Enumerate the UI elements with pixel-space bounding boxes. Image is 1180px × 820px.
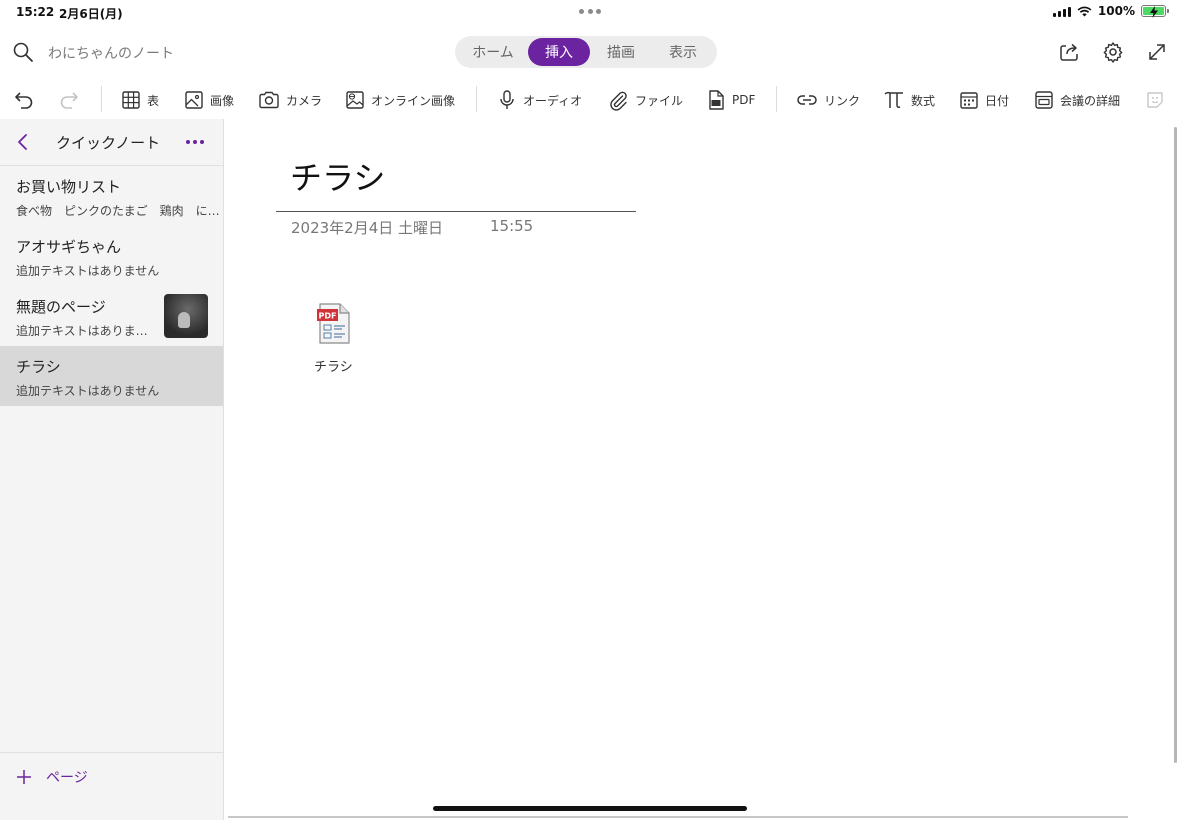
share-icon[interactable]	[1058, 41, 1080, 67]
undo-icon[interactable]	[12, 86, 36, 114]
plus-icon	[17, 770, 31, 784]
insert-link-button[interactable]: リンク	[796, 86, 860, 114]
back-chevron-icon[interactable]	[16, 133, 30, 155]
insert-file-button[interactable]: ファイル	[607, 86, 683, 114]
wifi-icon	[1077, 6, 1092, 16]
tab-insert[interactable]: 挿入	[528, 38, 590, 66]
status-date: 2月6日(月)	[59, 7, 123, 21]
pdf-badge-text: PDF	[319, 312, 337, 321]
page-list-item-selected[interactable]: チラシ 追加テキストはありません	[0, 346, 223, 406]
table-icon	[122, 91, 140, 109]
meeting-details-button[interactable]: 会議の詳細	[1034, 86, 1120, 114]
calendar-icon	[960, 92, 978, 109]
battery-icon	[1141, 5, 1169, 18]
insert-audio-button[interactable]: オーディオ	[497, 86, 582, 114]
image-icon	[185, 91, 203, 109]
page-title[interactable]: チラシ	[290, 153, 385, 199]
status-time: 15:22	[16, 5, 55, 19]
insert-online-image-button[interactable]: オンライン画像	[345, 86, 455, 114]
page-list-item[interactable]: アオサギちゃん 追加テキストはありません	[0, 226, 223, 286]
insert-date-button[interactable]: 日付	[959, 86, 1009, 114]
insert-audio-label: オーディオ	[523, 93, 583, 108]
page-item-preview: 追加テキストはありません	[16, 384, 160, 398]
paperclip-icon	[610, 91, 627, 111]
add-page-button[interactable]: ページ	[16, 767, 88, 787]
top-actions	[1058, 41, 1168, 67]
page-item-title: アオサギちゃん	[16, 238, 122, 256]
page-thumbnail	[164, 294, 208, 338]
insert-ribbon: 表 画像 カメラ オンライン画像 オーディオ ファイル PDF リンク 数式 日…	[0, 80, 1180, 120]
insert-pdf-button[interactable]: PDF	[706, 86, 755, 114]
tab-view[interactable]: 表示	[652, 38, 714, 66]
ribbon-divider	[101, 86, 102, 112]
section-header: クイックノート	[0, 119, 223, 166]
status-bar: 15:22 2月6日(月) 100%	[0, 0, 1180, 24]
tab-draw[interactable]: 描画	[590, 38, 652, 66]
insert-link-label: リンク	[824, 93, 861, 108]
ribbon-divider	[476, 86, 477, 112]
page-date: 2023年2月4日 土曜日	[291, 219, 444, 237]
home-indicator[interactable]	[433, 806, 747, 811]
page-list-item[interactable]: 無題のページ 追加テキストはありま…	[0, 286, 223, 346]
link-icon	[797, 95, 817, 105]
pi-icon	[884, 91, 903, 108]
insert-pdf-label: PDF	[732, 93, 756, 107]
online-image-icon	[346, 91, 364, 109]
page-item-preview: 追加テキストはありません	[16, 264, 160, 278]
notebook-name[interactable]: わにちゃんのノート	[48, 43, 174, 63]
pdf-icon	[709, 90, 724, 110]
status-indicators: 100%	[1052, 4, 1169, 18]
insert-online-image-label: オンライン画像	[371, 93, 456, 108]
multitasking-dots-icon[interactable]	[579, 9, 601, 15]
insert-table-button[interactable]: 表	[121, 86, 159, 114]
meeting-details-icon	[1035, 91, 1053, 109]
insert-date-label: 日付	[985, 93, 1010, 108]
gear-icon[interactable]	[1102, 41, 1124, 67]
insert-image-label: 画像	[210, 93, 235, 108]
page-list-sidebar: クイックノート お買い物リスト 食べ物 ピンクのたまご 鶏肉 に… アオサギちゃ…	[0, 119, 224, 820]
horizontal-scrollbar[interactable]	[228, 816, 1128, 818]
insert-math-button[interactable]: 数式	[883, 86, 935, 114]
page-item-preview: 食べ物 ピンクのたまご 鶏肉 に…	[16, 204, 220, 218]
cellular-signal-icon	[1052, 6, 1071, 17]
page-item-title: 無題のページ	[16, 298, 106, 316]
insert-file-label: ファイル	[635, 93, 684, 108]
ribbon-tabs: ホーム 挿入 描画 表示	[455, 36, 717, 68]
pdf-file-icon: PDF	[317, 303, 350, 344]
search-icon[interactable]	[12, 41, 34, 67]
tab-home[interactable]: ホーム	[458, 38, 528, 66]
expand-icon[interactable]	[1146, 41, 1168, 67]
pdf-attachment[interactable]: PDF	[312, 302, 356, 350]
attachment-label: チラシ	[314, 360, 353, 375]
insert-camera-label: カメラ	[286, 93, 323, 108]
meeting-details-label: 会議の詳細	[1060, 93, 1121, 108]
top-bar: わにちゃんのノート ホーム 挿入 描画 表示	[0, 24, 1180, 80]
insert-image-button[interactable]: 画像	[184, 86, 234, 114]
vertical-scrollbar[interactable]	[1174, 127, 1177, 763]
insert-math-label: 数式	[911, 93, 936, 108]
title-underline	[276, 211, 636, 212]
page-item-title: チラシ	[16, 358, 61, 376]
page-item-preview: 追加テキストはありま…	[16, 324, 148, 338]
section-title: クイックノート	[56, 134, 161, 152]
sidebar-footer: ページ	[0, 752, 223, 820]
redo-icon[interactable]	[57, 86, 81, 114]
page-item-title: お買い物リスト	[16, 178, 122, 196]
microphone-icon	[500, 90, 514, 109]
insert-table-label: 表	[147, 93, 160, 108]
insert-camera-button[interactable]: カメラ	[258, 86, 322, 114]
sticker-icon[interactable]	[1145, 86, 1165, 114]
battery-percentage: 100%	[1097, 4, 1135, 18]
ribbon-divider	[776, 86, 777, 112]
more-options-icon[interactable]	[186, 140, 204, 144]
page-list-item[interactable]: お買い物リスト 食べ物 ピンクのたまご 鶏肉 に…	[0, 166, 223, 226]
add-page-label: ページ	[46, 770, 88, 786]
camera-icon	[259, 91, 279, 109]
page-time: 15:55	[490, 217, 534, 235]
page-canvas[interactable]: チラシ 2023年2月4日 土曜日 15:55 PDF チラシ	[224, 119, 1180, 820]
